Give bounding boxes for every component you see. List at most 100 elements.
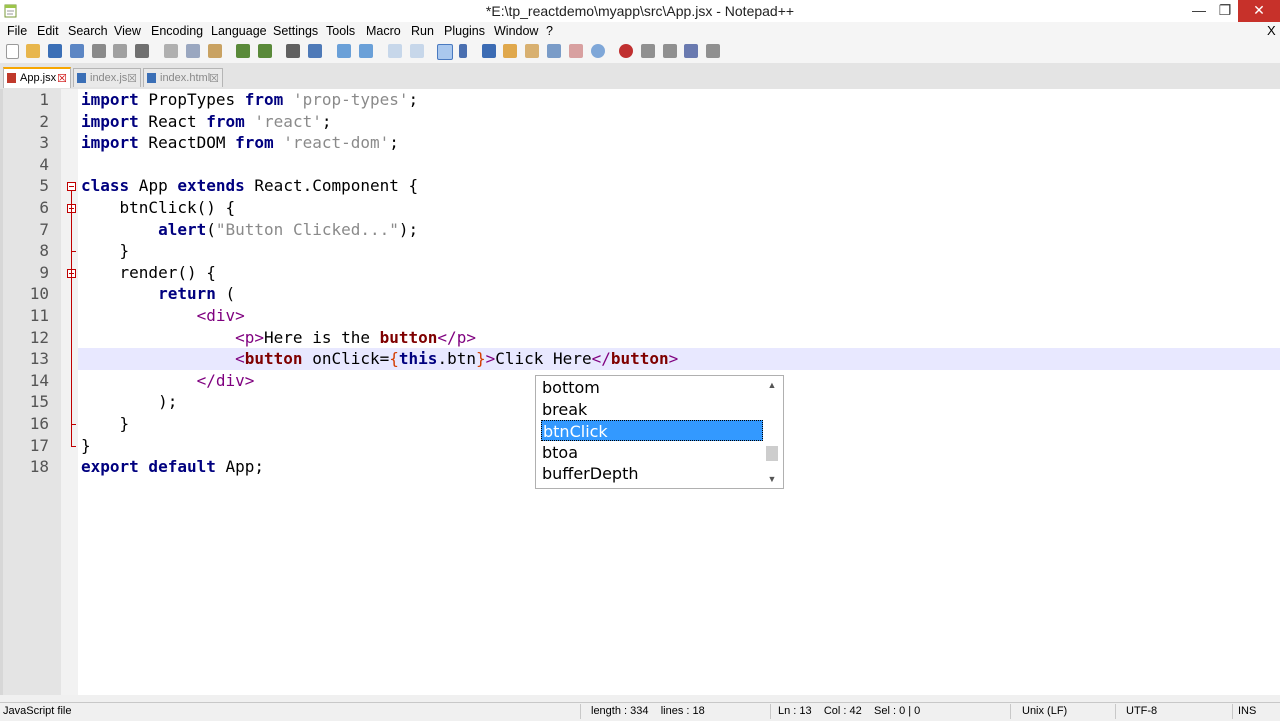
code-line: return (: [81, 283, 235, 305]
menu-search[interactable]: Search: [68, 24, 108, 38]
cut-icon[interactable]: [164, 44, 178, 58]
autocomplete-item[interactable]: break: [541, 399, 763, 420]
autocomplete-item[interactable]: bottom: [541, 377, 763, 398]
save-all-icon[interactable]: [70, 44, 84, 58]
menu-view[interactable]: View: [114, 24, 141, 38]
open-file-icon[interactable]: [26, 44, 40, 58]
menu-help[interactable]: ?: [546, 24, 553, 38]
scroll-up-icon[interactable]: ▲: [765, 378, 779, 392]
fold-margin[interactable]: [61, 89, 78, 695]
code-line: alert("Button Clicked...");: [81, 219, 418, 241]
menu-settings[interactable]: Settings: [273, 24, 318, 38]
find-icon[interactable]: [286, 44, 300, 58]
close-file-icon[interactable]: [92, 44, 106, 58]
close-tab-icon[interactable]: ☒: [127, 70, 137, 88]
run-macro-multiple-icon[interactable]: [684, 44, 698, 58]
status-bar: JavaScript file length : 334 lines : 18 …: [0, 702, 1280, 721]
status-divider: [1115, 704, 1116, 719]
menu-macro[interactable]: Macro: [366, 24, 401, 38]
code-text: (: [206, 219, 216, 239]
code-string: "Button Clicked...": [215, 219, 399, 239]
zoom-out-icon[interactable]: [359, 44, 373, 58]
status-encoding[interactable]: UTF-8: [1126, 705, 1157, 717]
monitoring-icon[interactable]: [591, 44, 605, 58]
indent-guide-icon[interactable]: [482, 44, 496, 58]
code-line: class App extends React.Component {: [81, 175, 418, 197]
menu-window[interactable]: Window: [494, 24, 538, 38]
autocomplete-item[interactable]: bufferDepth: [541, 463, 763, 484]
code-text: );: [81, 392, 178, 412]
code-text: Here is the: [264, 327, 380, 347]
code-text: );: [398, 219, 419, 239]
doc-map-icon[interactable]: [525, 44, 539, 58]
code-tag: </div>: [81, 370, 255, 390]
scroll-down-icon[interactable]: ▼: [765, 472, 779, 486]
word-wrap-icon[interactable]: [437, 44, 453, 60]
tab-index-html[interactable]: index.html ☒: [143, 68, 223, 87]
close-button[interactable]: ✕: [1238, 0, 1280, 22]
menu-run[interactable]: Run: [411, 24, 434, 38]
code-text: Click Here: [495, 349, 592, 369]
autocomplete-item-selected[interactable]: btnClick: [541, 420, 763, 441]
code-brace: }: [475, 349, 486, 369]
tab-index-js[interactable]: index.js ☒: [73, 68, 141, 87]
sync-horizontal-icon[interactable]: [410, 44, 424, 58]
tab-label: index.js: [90, 72, 128, 84]
redo-icon[interactable]: [258, 44, 272, 58]
menu-tools[interactable]: Tools: [326, 24, 355, 38]
status-insert-mode[interactable]: INS: [1238, 705, 1256, 717]
maximize-button[interactable]: ❐: [1212, 0, 1238, 22]
line-number: 7: [39, 219, 49, 239]
show-all-characters-icon[interactable]: [459, 44, 467, 58]
print-icon[interactable]: [135, 44, 149, 58]
function-list-icon[interactable]: [547, 44, 561, 58]
playback-macro-icon[interactable]: [663, 44, 677, 58]
close-tab-icon[interactable]: ☒: [209, 70, 219, 88]
code-text: ;: [389, 133, 399, 153]
sync-vertical-icon[interactable]: [388, 44, 402, 58]
menu-edit[interactable]: Edit: [37, 24, 59, 38]
close-all-icon[interactable]: [113, 44, 127, 58]
code-keyword: return: [81, 284, 216, 304]
menu-encoding[interactable]: Encoding: [151, 24, 203, 38]
tab-app-jsx[interactable]: App.jsx ☒: [3, 67, 71, 88]
line-number: 4: [39, 154, 49, 174]
zoom-in-icon[interactable]: [337, 44, 351, 58]
code-text: }: [81, 241, 130, 261]
stop-recording-icon[interactable]: [641, 44, 655, 58]
autocomplete-list[interactable]: bottom break btnClick btoa bufferDepth ▲…: [535, 375, 784, 489]
code-string: 'react-dom': [283, 133, 390, 153]
undo-icon[interactable]: [236, 44, 250, 58]
close-tab-icon[interactable]: ☒: [57, 70, 67, 88]
close-document-button[interactable]: X: [1267, 23, 1276, 38]
line-number: 2: [39, 111, 49, 131]
minimize-button[interactable]: —: [1186, 0, 1212, 22]
code-line: <button onClick={this.btn}>Click Here</b…: [81, 348, 678, 370]
code-line: export default App;: [81, 456, 264, 478]
save-icon[interactable]: [48, 44, 62, 58]
fold-end-marker: [71, 424, 76, 425]
code-line: import PropTypes from 'prop-types';: [81, 89, 418, 111]
copy-icon[interactable]: [186, 44, 200, 58]
paste-icon[interactable]: [208, 44, 222, 58]
code-keyword: from: [206, 111, 245, 131]
save-macro-icon[interactable]: [706, 44, 720, 58]
menu-file[interactable]: File: [7, 24, 27, 38]
code-tag: >: [485, 349, 496, 369]
udl-icon[interactable]: [503, 44, 517, 58]
autocomplete-scrollbar[interactable]: ▲ ▼: [765, 378, 779, 486]
menu-language[interactable]: Language: [211, 24, 267, 38]
new-file-icon[interactable]: [6, 44, 19, 59]
autocomplete-item[interactable]: btoa: [541, 442, 763, 463]
folder-as-workspace-icon[interactable]: [569, 44, 583, 58]
replace-icon[interactable]: [308, 44, 322, 58]
unsaved-file-icon: [7, 73, 16, 83]
fold-toggle-icon[interactable]: [67, 182, 76, 191]
code-line: );: [81, 391, 177, 413]
menu-plugins[interactable]: Plugins: [444, 24, 485, 38]
code-line: <div>: [81, 305, 245, 327]
record-macro-icon[interactable]: [619, 44, 633, 58]
line-number: 5: [39, 176, 49, 196]
status-eol[interactable]: Unix (LF): [1022, 705, 1067, 717]
scroll-thumb[interactable]: [766, 446, 778, 461]
